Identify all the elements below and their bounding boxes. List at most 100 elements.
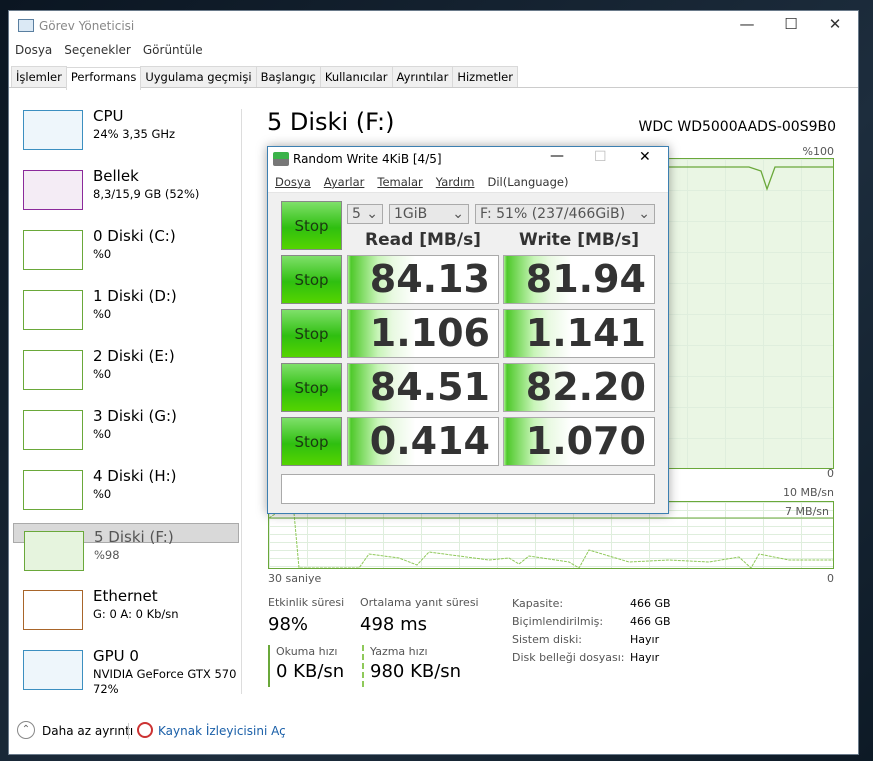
sidebar-item[interactable]: 2 Diski (E:) %0 [13,343,239,403]
test-count-select[interactable]: 5 ⌄ [347,204,383,224]
menu-file[interactable]: Dosya [15,43,52,57]
cdm-menu-file[interactable]: Dosya [275,175,311,189]
property-row: Biçimlendirilmiş: 466 GB [512,613,671,631]
write-header: Write [MB/s] [519,230,639,250]
write-result: 1.141 [503,309,655,358]
sidebar-item-name: GPU 0 [93,647,139,665]
active-time-label: Etkinlik süresi [268,596,345,609]
tab-details[interactable]: Ayrıntılar [391,66,454,87]
menu-view[interactable]: Görüntüle [143,43,203,57]
disk-properties: Kapasite: 466 GB Biçimlendirilmiş: 466 GB Si… [512,595,671,667]
sidebar-thumbnail [23,650,83,690]
test-size-value: 1GiB [394,206,428,222]
read-result: 84.13 [347,255,499,304]
stop-all-button[interactable]: Stop [281,201,342,250]
stop-test-button[interactable]: Stop [281,363,342,412]
sidebar-item-name: CPU [93,107,124,125]
tab-users[interactable]: Kullanıcılar [319,66,393,87]
tab-processes[interactable]: İşlemler [11,66,67,87]
comment-field[interactable] [281,474,655,504]
property-row: Sistem diski: Hayır [512,631,671,649]
sidebar-item[interactable]: Ethernet G: 0 A: 0 Kb/sn [13,583,239,643]
stop-test-button[interactable]: Stop [281,309,342,358]
sidebar-thumbnail [23,470,83,510]
sidebar-item-detail: 8,3/15,9 GB (52%) [93,187,200,201]
sidebar-thumbnail [23,290,83,330]
page-title: 5 Diski (F:) [267,108,395,136]
property-label: Disk belleği dosyası: [512,651,625,664]
sidebar-thumbnail [24,531,84,571]
chevron-down-icon: ⌄ [452,206,464,222]
sidebar-thumbnail [23,230,83,270]
write-result: 1.070 [503,417,655,466]
sidebar-item[interactable]: 3 Diski (G:) %0 [13,403,239,463]
sidebar-item[interactable]: 5 Diski (F:) %98 [13,523,239,571]
sidebar-item[interactable]: 0 Diski (C:) %0 [13,223,239,283]
sidebar-thumbnail [23,590,83,630]
stop-test-button[interactable]: Stop [281,255,342,304]
cdm-menu-language[interactable]: Dil(Language) [487,175,568,189]
sidebar-item-name: Bellek [93,167,139,185]
property-value: 466 GB [630,615,671,628]
close-button[interactable]: ✕ [815,15,855,33]
resource-monitor-icon [137,722,153,738]
sidebar-item-name: 2 Diski (E:) [93,347,175,365]
sidebar-item[interactable]: 1 Diski (D:) %0 [13,283,239,343]
sidebar-item-name: 4 Diski (H:) [93,467,177,485]
cdm-title-bar: Random Write 4KiB [4/5] — ☐ ✕ [268,147,668,171]
tab-startup[interactable]: Başlangıç [255,66,321,87]
menu-options[interactable]: Seçenekler [64,43,131,57]
minimize-button[interactable]: — [727,15,767,33]
sidebar-item[interactable]: GPU 0 NVIDIA GeForce GTX 570 72% [13,643,239,703]
sidebar-item-detail: %0 [93,307,112,321]
drive-value: F: 51% (237/466GiB) [480,206,626,222]
cdm-menu-settings[interactable]: Ayarlar [324,175,365,189]
sidebar-item[interactable]: CPU 24% 3,35 GHz [13,103,239,163]
fewer-details-button[interactable]: Daha az ayrıntı [42,724,133,738]
test-size-select[interactable]: 1GiB ⌄ [389,204,469,224]
sidebar-divider [241,109,242,694]
cdm-close-button[interactable]: ✕ [639,149,651,165]
sidebar-item-detail: G: 0 A: 0 Kb/sn [93,607,179,621]
maximize-button[interactable]: ☐ [771,15,811,33]
time-axis-right: 0 [827,572,834,585]
response-time-label: Ortalama yanıt süresi [360,596,479,609]
sidebar-item-name: 0 Diski (C:) [93,227,176,245]
tab-performance[interactable]: Performans [65,67,142,90]
cdm-menu-themes[interactable]: Temalar [377,175,422,189]
sidebar-item-detail: NVIDIA GeForce GTX 570 [93,667,237,681]
cdm-title: Random Write 4KiB [4/5] [293,152,442,166]
sidebar-item-detail: %0 [93,427,112,441]
tab-bar: İşlemler Performans Uygulama geçmişi Başlan… [9,66,858,90]
read-header: Read [MB/s] [365,230,481,250]
cdm-maximize-button[interactable]: ☐ [594,149,607,165]
test-count-value: 5 [352,206,361,222]
cdm-menu-help[interactable]: Yardım [436,175,475,189]
sidebar-item-name: 1 Diski (D:) [93,287,177,305]
tab-app-history[interactable]: Uygulama geçmişi [140,66,257,87]
disk-model: WDC WD5000AADS-00S9B0 [638,119,836,135]
stop-test-button[interactable]: Stop [281,417,342,466]
read-speed-label: Okuma hızı [276,645,338,658]
tab-services[interactable]: Hizmetler [452,66,518,87]
open-resource-monitor-link[interactable]: Kaynak İzleyicisini Aç [158,724,286,738]
property-value: Hayır [630,651,660,664]
sidebar-item-detail: %0 [93,367,112,381]
cdm-app-icon [273,152,289,166]
chevron-up-icon[interactable]: ⌃ [17,721,35,739]
write-speed: Yazma hızı 980 KB/sn [362,645,461,687]
write-result: 82.20 [503,363,655,412]
sidebar-item[interactable]: Bellek 8,3/15,9 GB (52%) [13,163,239,223]
property-row: Disk belleği dosyası: Hayır [512,649,671,667]
chart1-max-label: %100 [802,145,834,158]
property-value: 466 GB [630,597,671,610]
sidebar-item-detail: %98 [94,548,120,562]
drive-select[interactable]: F: 51% (237/466GiB) ⌄ [475,204,655,224]
sidebar-item[interactable]: 4 Diski (H:) %0 [13,463,239,523]
cdm-minimize-button[interactable]: — [550,148,564,164]
crystaldiskmark-window: Random Write 4KiB [4/5] — ☐ ✕ Dosya Ayarl… [267,146,669,514]
footer-divider [128,723,129,739]
read-result: 1.106 [347,309,499,358]
read-result: 0.414 [347,417,499,466]
sidebar-item-detail: %0 [93,487,112,501]
